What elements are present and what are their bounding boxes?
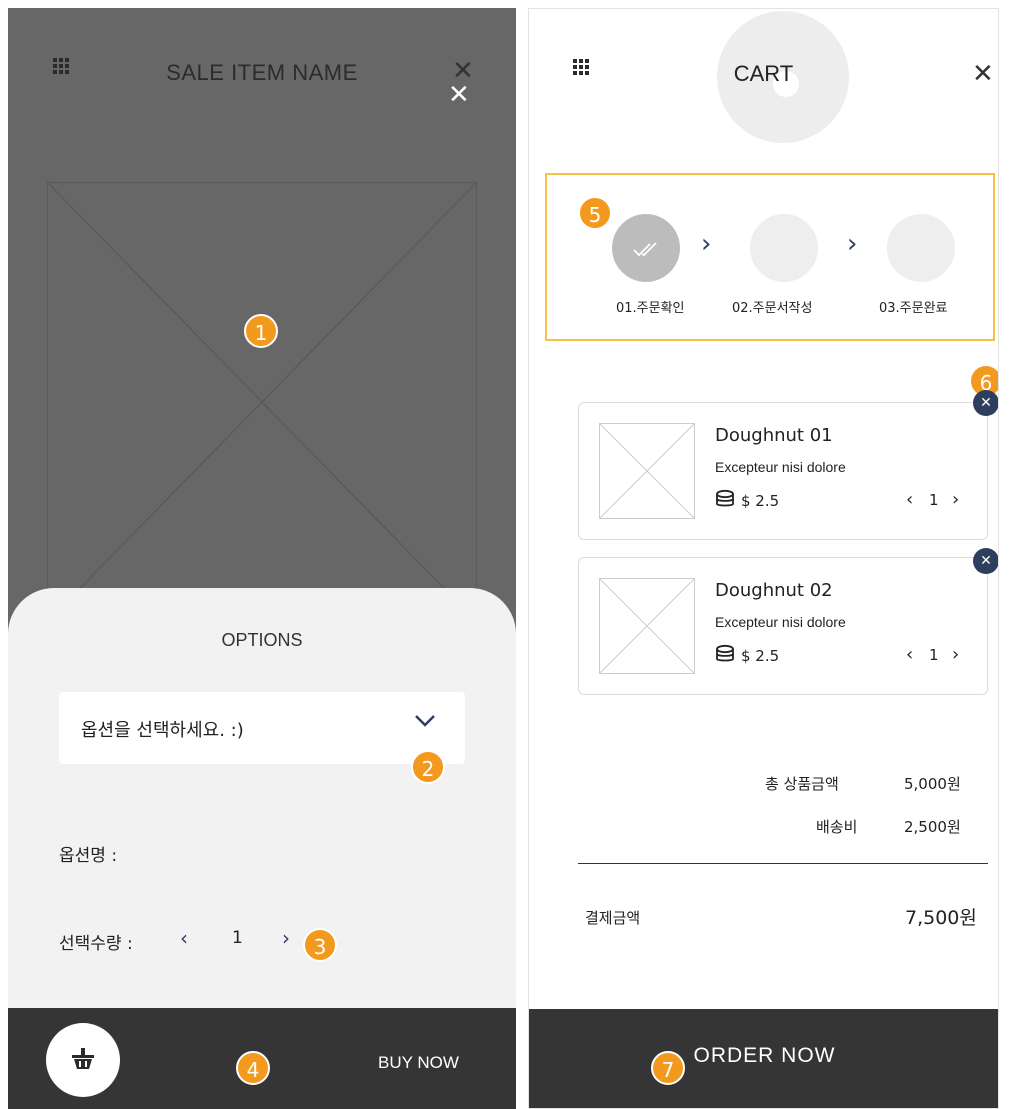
step-2-circle bbox=[750, 214, 818, 282]
cart-item: Doughnut 02 Excepteur nisi dolore $ 2.5 … bbox=[578, 557, 988, 695]
close-overlay-icon[interactable]: ✕ bbox=[448, 82, 470, 108]
product-image-placeholder bbox=[47, 182, 477, 622]
step-1-circle bbox=[612, 214, 680, 282]
total-value: 7,500원 bbox=[905, 907, 977, 929]
annotation-badge-1: 1 bbox=[244, 314, 278, 348]
remove-item-button[interactable]: ✕ bbox=[973, 548, 998, 574]
coin-stack-icon bbox=[716, 489, 734, 507]
option-select[interactable]: 옵션을 선택하세요. :) bbox=[59, 692, 465, 764]
annotation-badge-3: 3 bbox=[303, 928, 337, 962]
shipping-label: 배송비 bbox=[816, 818, 858, 836]
product-options-screen: SALE ITEM NAME ✕ ✕ 1 OPTIONS 옵션을 선택하세요. … bbox=[8, 8, 516, 1109]
item-thumbnail bbox=[599, 423, 695, 519]
annotation-badge-5: 5 bbox=[578, 196, 612, 230]
summary-divider bbox=[578, 863, 988, 864]
item-quantity-increase[interactable]: › bbox=[952, 489, 959, 510]
annotation-badge-2: 2 bbox=[411, 750, 445, 784]
double-check-icon bbox=[633, 242, 657, 257]
step-3-circle bbox=[887, 214, 955, 282]
item-quantity-decrease[interactable]: ‹ bbox=[906, 489, 913, 510]
item-name: Doughnut 01 bbox=[715, 425, 833, 446]
quantity-decrease-button[interactable]: ‹ bbox=[180, 926, 188, 950]
options-title: OPTIONS bbox=[221, 630, 303, 650]
annotation-badge-4: 4 bbox=[236, 1051, 270, 1085]
order-now-button[interactable]: ORDER NOW bbox=[529, 1044, 998, 1068]
total-label: 결제금액 bbox=[585, 909, 641, 927]
item-description: Excepteur nisi dolore bbox=[715, 459, 846, 475]
item-quantity-increase[interactable]: › bbox=[952, 644, 959, 665]
step-arrow-icon: › bbox=[847, 229, 858, 259]
item-name: Doughnut 02 bbox=[715, 580, 833, 601]
bottom-action-bar: 4 BUY NOW bbox=[8, 1008, 516, 1109]
quantity-increase-button[interactable]: › bbox=[282, 926, 290, 950]
basket-icon bbox=[72, 1048, 94, 1069]
buy-now-button[interactable]: BUY NOW bbox=[378, 1053, 459, 1073]
option-select-value: 옵션을 선택하세요. :) bbox=[81, 720, 244, 741]
item-description: Excepteur nisi dolore bbox=[715, 614, 846, 630]
add-to-cart-button[interactable] bbox=[46, 1023, 120, 1097]
cart-screen: CART ✕ 5 › › 01.주문확인 02.주문서작성 03.주문완료 6 … bbox=[528, 8, 999, 1109]
subtotal-value: 5,000원 bbox=[904, 775, 961, 793]
step-arrow-icon: › bbox=[701, 229, 712, 259]
subtotal-label: 총 상품금액 bbox=[765, 775, 839, 793]
remove-item-button[interactable]: ✕ bbox=[973, 390, 998, 416]
item-thumbnail bbox=[599, 578, 695, 674]
annotation-badge-7: 7 bbox=[651, 1051, 685, 1085]
shipping-value: 2,500원 bbox=[904, 818, 961, 836]
coin-stack-icon bbox=[716, 644, 734, 662]
order-bar: ORDER NOW 7 bbox=[529, 1009, 998, 1108]
step-1-label: 01.주문확인 bbox=[616, 301, 685, 316]
option-name-label: 옵션명 : bbox=[59, 846, 118, 866]
options-sheet: OPTIONS 옵션을 선택하세요. :) 2 옵션명 : 선택수량 : ‹ 1… bbox=[8, 588, 516, 1008]
item-quantity: 1 bbox=[929, 646, 939, 664]
page-title: CART bbox=[733, 61, 794, 86]
step-3-label: 03.주문완료 bbox=[879, 301, 948, 316]
quantity-value: 1 bbox=[232, 928, 243, 948]
close-icon[interactable]: ✕ bbox=[972, 61, 994, 87]
step-2-label: 02.주문서작성 bbox=[732, 301, 813, 316]
chevron-down-icon bbox=[415, 715, 435, 727]
item-price: $ 2.5 bbox=[741, 492, 780, 510]
cart-item: Doughnut 01 Excepteur nisi dolore $ 2.5 … bbox=[578, 402, 988, 540]
page-title: SALE ITEM NAME bbox=[166, 60, 358, 85]
item-quantity: 1 bbox=[929, 491, 939, 509]
quantity-label: 선택수량 : bbox=[59, 934, 133, 954]
item-quantity-decrease[interactable]: ‹ bbox=[906, 644, 913, 665]
item-price: $ 2.5 bbox=[741, 647, 780, 665]
